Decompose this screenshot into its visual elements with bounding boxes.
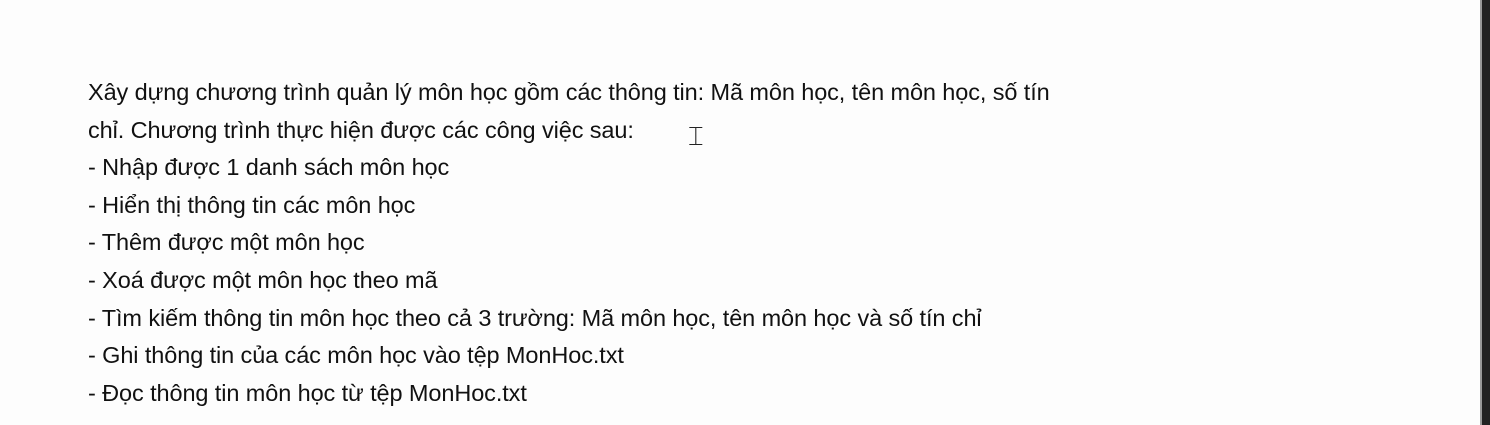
list-item: - Xoá được một môn học theo mã xyxy=(88,266,438,293)
window-border xyxy=(1482,0,1490,425)
list-item: - Ghi thông tin của các môn học vào tệp … xyxy=(88,342,624,369)
list-item: - Nhập được 1 danh sách môn học xyxy=(88,154,450,181)
list-item: - Đọc thông tin môn học từ tệp MonHoc.tx… xyxy=(88,379,527,406)
list-item: - Tìm kiếm thông tin môn học theo cả 3 t… xyxy=(88,304,982,331)
list-item: - Thêm được một môn học xyxy=(88,229,365,256)
text-cursor-icon: ⌶ xyxy=(688,122,704,152)
list-item: - Hiển thị thông tin các môn học xyxy=(88,191,416,218)
paragraph-line: Xây dựng chương trình quản lý môn học gồ… xyxy=(88,79,1050,105)
